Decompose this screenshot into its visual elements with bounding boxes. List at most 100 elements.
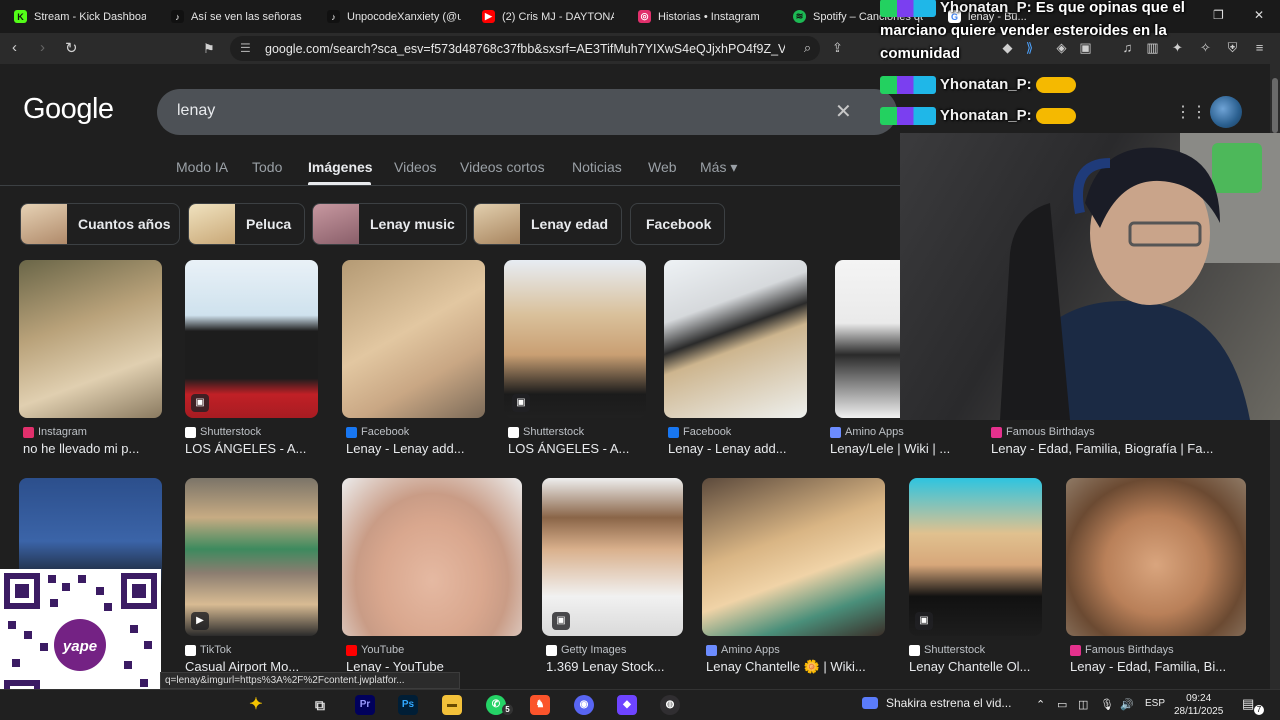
result-source[interactable]: Famous Birthdays [991,426,1095,438]
image-result[interactable]: ▶ [185,478,318,636]
result-title[interactable]: LOS ÁNGELES - A... [185,441,320,456]
image-result[interactable] [702,478,885,636]
browser-tab[interactable]: ▶ (2) Cris MJ - DAYTONA [482,4,614,29]
chip-cuantos-anos[interactable]: Cuantos años [20,203,180,245]
forward-icon[interactable]: › [40,39,45,56]
tray-icon[interactable]: ▭ [1057,698,1067,711]
result-source[interactable]: Amino Apps [706,644,780,656]
image-result[interactable]: ▣ [542,478,683,636]
browser-tab[interactable]: K Stream - Kick Dashboar [14,4,146,29]
brave-icon[interactable]: ♞ [530,695,550,715]
avatar[interactable] [1210,96,1242,128]
result-title[interactable]: Lenay Chantelle Ol... [909,659,1044,674]
image-result[interactable] [835,260,905,418]
streamer-silhouette [1000,133,1280,420]
discord-icon[interactable]: ◉ [574,695,594,715]
tab-videos-cortos[interactable]: Videos cortos [460,159,545,175]
result-source[interactable]: Shutterstock [508,426,584,438]
image-result[interactable] [664,260,807,418]
chip-lenay-music[interactable]: Lenay music [312,203,467,245]
browser-tab[interactable]: ♪ UnpocodeXanxiety (@u [327,4,461,29]
image-result[interactable] [1066,478,1246,636]
zoom-icon[interactable]: ⌕ [800,40,815,55]
tab-imagenes[interactable]: Imágenes [308,159,373,175]
share-icon[interactable]: ⇪ [830,40,845,55]
result-source[interactable]: Getty Images [546,644,626,656]
reload-icon[interactable]: ↻ [65,39,78,57]
menu-icon[interactable]: ≡ [1252,40,1267,55]
file-explorer-icon[interactable]: ▬ [442,695,462,715]
result-source[interactable]: Instagram [23,426,87,438]
close-icon[interactable]: ✕ [1254,8,1264,22]
tab-title: Historias • Instagram [658,10,760,23]
task-view-icon[interactable]: ⧉ [310,695,330,715]
microphone-icon[interactable]: 🎙 [1100,698,1114,711]
chevron-up-icon[interactable]: ⌃ [1036,698,1045,711]
image-result[interactable] [342,478,522,636]
address-bar[interactable]: ☰ google.com/search?sca_esv=f573d48768c3… [230,36,820,61]
tiktok-icon: ♪ [171,10,184,23]
result-title[interactable]: Lenay - Edad, Familia, Bi... [1070,659,1250,674]
amino-apps-icon [706,644,717,656]
tray-icon[interactable]: ◫ [1078,698,1088,711]
site-info-icon[interactable]: ☰ [240,41,251,55]
result-title[interactable]: Lenay - Lenay add... [346,441,486,456]
chip-label: Lenay edad [531,216,609,232]
tab-modo-ia[interactable]: Modo IA [176,159,228,175]
chat-emote-icon [1035,108,1076,125]
result-source[interactable]: Famous Birthdays [1070,644,1174,656]
result-source[interactable]: Facebook [668,426,731,438]
vpn-shield-icon[interactable]: ⛨ [1225,40,1240,55]
image-result[interactable] [342,260,485,418]
news-widget[interactable]: Shakira estrena el vid... [862,696,1011,710]
copilot-sparkle-icon[interactable]: ✦ [246,695,266,715]
chip-thumbnail [21,204,67,244]
chat-message: Yhonatan_P: [880,107,1076,126]
search-input[interactable]: lenay ✕ [157,89,897,135]
back-icon[interactable]: ‹ [12,39,17,56]
result-title[interactable]: 1.369 Lenay Stock... [546,659,686,674]
tab-noticias[interactable]: Noticias [572,159,622,175]
tab-web[interactable]: Web [648,159,677,175]
result-source[interactable]: Amino Apps [830,426,904,438]
system-clock[interactable]: 09:24 28/11/2025 [1174,692,1223,718]
restore-icon[interactable]: ❐ [1213,8,1224,22]
source-name: Shutterstock [924,644,986,656]
tab-mas[interactable]: Más ▾ [700,159,737,176]
clear-search-icon[interactable]: ✕ [835,99,852,124]
image-result[interactable] [19,260,162,418]
result-title[interactable]: Lenay Chantelle 🌼 | Wiki... [706,659,886,675]
result-title[interactable]: no he llevado mi p... [23,441,163,456]
result-source[interactable]: Shutterstock [185,426,261,438]
result-title[interactable]: Lenay - Lenay add... [668,441,808,456]
shutterstock-icon [909,644,920,656]
language-indicator[interactable]: ESP [1145,698,1165,709]
scrollbar-thumb[interactable] [1272,78,1278,133]
photoshop-icon[interactable]: Ps [398,695,418,715]
image-result[interactable]: ▣ [909,478,1042,636]
result-source[interactable]: Facebook [346,426,409,438]
obs-icon[interactable]: ◍ [660,695,680,715]
result-title[interactable]: LOS ÁNGELES - A... [508,441,648,456]
premiere-pro-icon[interactable]: Pr [355,695,375,715]
image-result[interactable]: ▣ [185,260,318,418]
result-source[interactable]: TikTok [185,644,231,656]
result-source[interactable]: YouTube [346,644,404,656]
chip-peluca[interactable]: Peluca [188,203,305,245]
result-title[interactable]: Lenay - Edad, Familia, Biografía | Fa... [991,441,1241,456]
chip-facebook[interactable]: Facebook [630,203,725,245]
app-icon[interactable]: ◆ [617,695,637,715]
chip-lenay-edad[interactable]: Lenay edad [473,203,622,245]
result-source[interactable]: Shutterstock [909,644,985,656]
video-badge-icon: ▶ [191,612,209,630]
result-title[interactable]: Lenay/Lele | Wiki | ... [830,441,970,456]
browser-tab[interactable]: ◎ Historias • Instagram [638,4,770,29]
google-logo[interactable]: Google [23,93,114,126]
tab-videos[interactable]: Videos [394,159,437,175]
browser-tab[interactable]: ♪ Así se ven las señoras d [171,4,303,29]
bookmark-icon[interactable]: ⚑ [203,41,215,57]
notifications-icon[interactable]: ▤ [1242,696,1254,712]
volume-icon[interactable]: 🔊 [1120,698,1134,711]
tab-todo[interactable]: Todo [252,159,282,175]
image-result[interactable]: ▣ [504,260,646,418]
